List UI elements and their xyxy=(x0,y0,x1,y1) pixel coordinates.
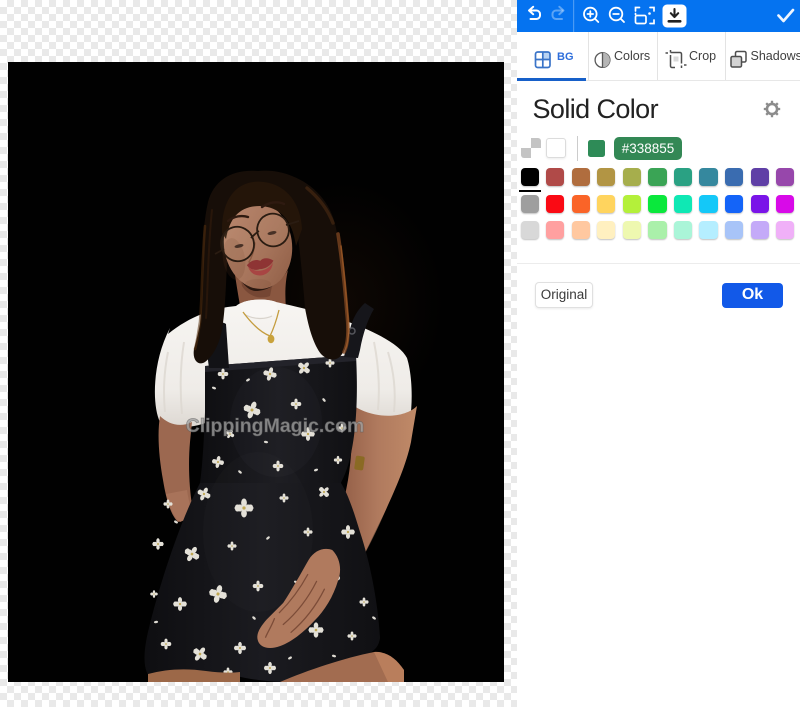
svg-text:ClippingMagic.com: ClippingMagic.com xyxy=(186,415,365,437)
